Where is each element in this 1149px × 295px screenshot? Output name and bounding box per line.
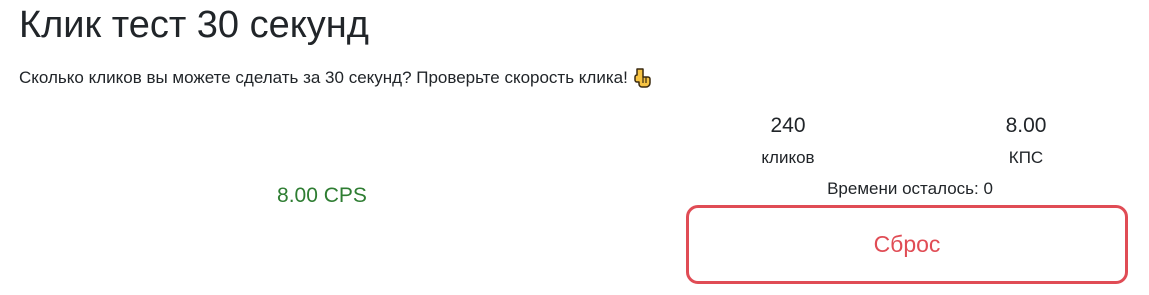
reset-button[interactable]: Сброс xyxy=(686,205,1128,284)
page-title: Клик тест 30 секунд xyxy=(19,4,369,46)
cps-label: КПС xyxy=(1008,148,1044,167)
clicks-stat: 240 кликов xyxy=(738,112,838,170)
page-subtitle: Сколько кликов вы можете сделать за 30 с… xyxy=(19,66,652,90)
cps-value: 8.00 xyxy=(1005,114,1047,137)
clicks-label: кликов xyxy=(761,148,815,167)
cps-stat: 8.00 КПС xyxy=(976,112,1076,170)
time-remaining: Времени осталось: 0 xyxy=(827,179,993,198)
subtitle-text: Сколько кликов вы можете сделать за 30 с… xyxy=(19,68,628,87)
hand-pointing-down-icon xyxy=(634,67,652,89)
clicks-value: 240 xyxy=(770,114,806,137)
cps-result: 8.00 CPS xyxy=(277,184,367,207)
